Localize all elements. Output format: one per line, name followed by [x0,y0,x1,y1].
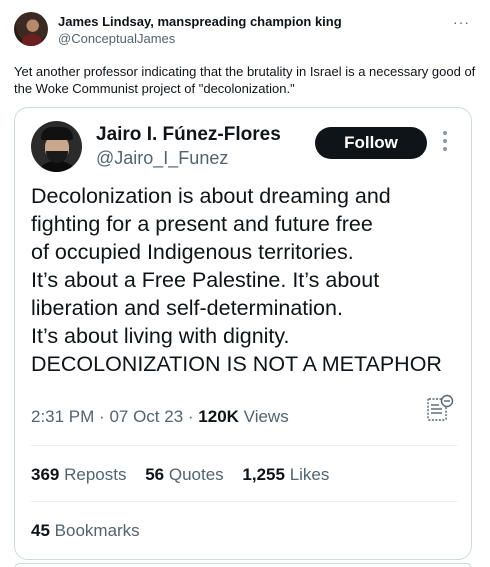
reposts-stat[interactable]: 369 Reposts [31,465,126,484]
body-line: fighting for a present and future free [31,212,373,236]
outer-tweet-header: James Lindsay, manspreading champion kin… [14,12,476,48]
engagement-stats: 369 Reposts 56 Quotes 1,255 Likes [31,465,329,485]
tweet-date[interactable]: 07 Oct 23 [109,407,183,426]
bookmarks-stat[interactable]: 45 Bookmarks [31,521,140,541]
outer-avatar[interactable] [14,12,48,46]
quoted-display-name[interactable]: Jairo I. Fúnez-Flores [96,124,281,146]
likes-label: Likes [289,465,330,484]
outer-display-name[interactable]: James Lindsay, manspreading champion kin… [58,14,342,29]
quotes-count: 56 [145,465,165,484]
body-line: It’s about a Free Palestine. It’s about [31,268,380,292]
quoted-handle[interactable]: @Jairo_I_Funez [96,148,228,169]
views-count: 120K [198,407,239,426]
quoted-avatar[interactable] [31,121,82,172]
body-line: DECOLONIZATION IS NOT A METAPHOR [31,352,442,376]
body-line: of occupied Indigenous territories. [31,240,354,264]
more-vertical-icon[interactable] [443,131,447,153]
more-horizontal-icon[interactable]: ··· [453,14,470,30]
bookmarks-label: Bookmarks [54,521,140,540]
outer-tweet-text: Yet another professor indicating that th… [14,64,476,96]
body-line: Decolonization is about dreaming and [31,184,391,208]
quotes-label: Quotes [168,465,224,484]
likes-stat[interactable]: 1,255 Likes [242,465,329,484]
likes-count: 1,255 [242,465,285,484]
analytics-icon[interactable] [425,393,455,423]
next-card-edge [14,563,472,567]
follow-button[interactable]: Follow [315,127,427,159]
tweet-time[interactable]: 2:31 PM [31,407,94,426]
reposts-count: 369 [31,465,60,484]
quoted-tweet-text: Decolonization is about dreaming and fig… [31,182,467,378]
body-line: It’s about living with dignity. [31,324,290,348]
outer-handle[interactable]: @ConceptualJames [58,31,175,46]
bookmarks-count: 45 [31,521,50,540]
divider [31,445,457,446]
quotes-stat[interactable]: 56 Quotes [145,465,223,484]
reposts-label: Reposts [64,465,127,484]
quoted-tweet-card[interactable]: Jairo I. Fúnez-Flores @Jairo_I_Funez Fol… [14,107,472,560]
body-line: liberation and self-determination. [31,296,343,320]
views-label: Views [243,407,289,426]
divider [31,501,457,502]
tweet-meta: 2:31 PM · 07 Oct 23 · 120K Views [31,407,289,426]
